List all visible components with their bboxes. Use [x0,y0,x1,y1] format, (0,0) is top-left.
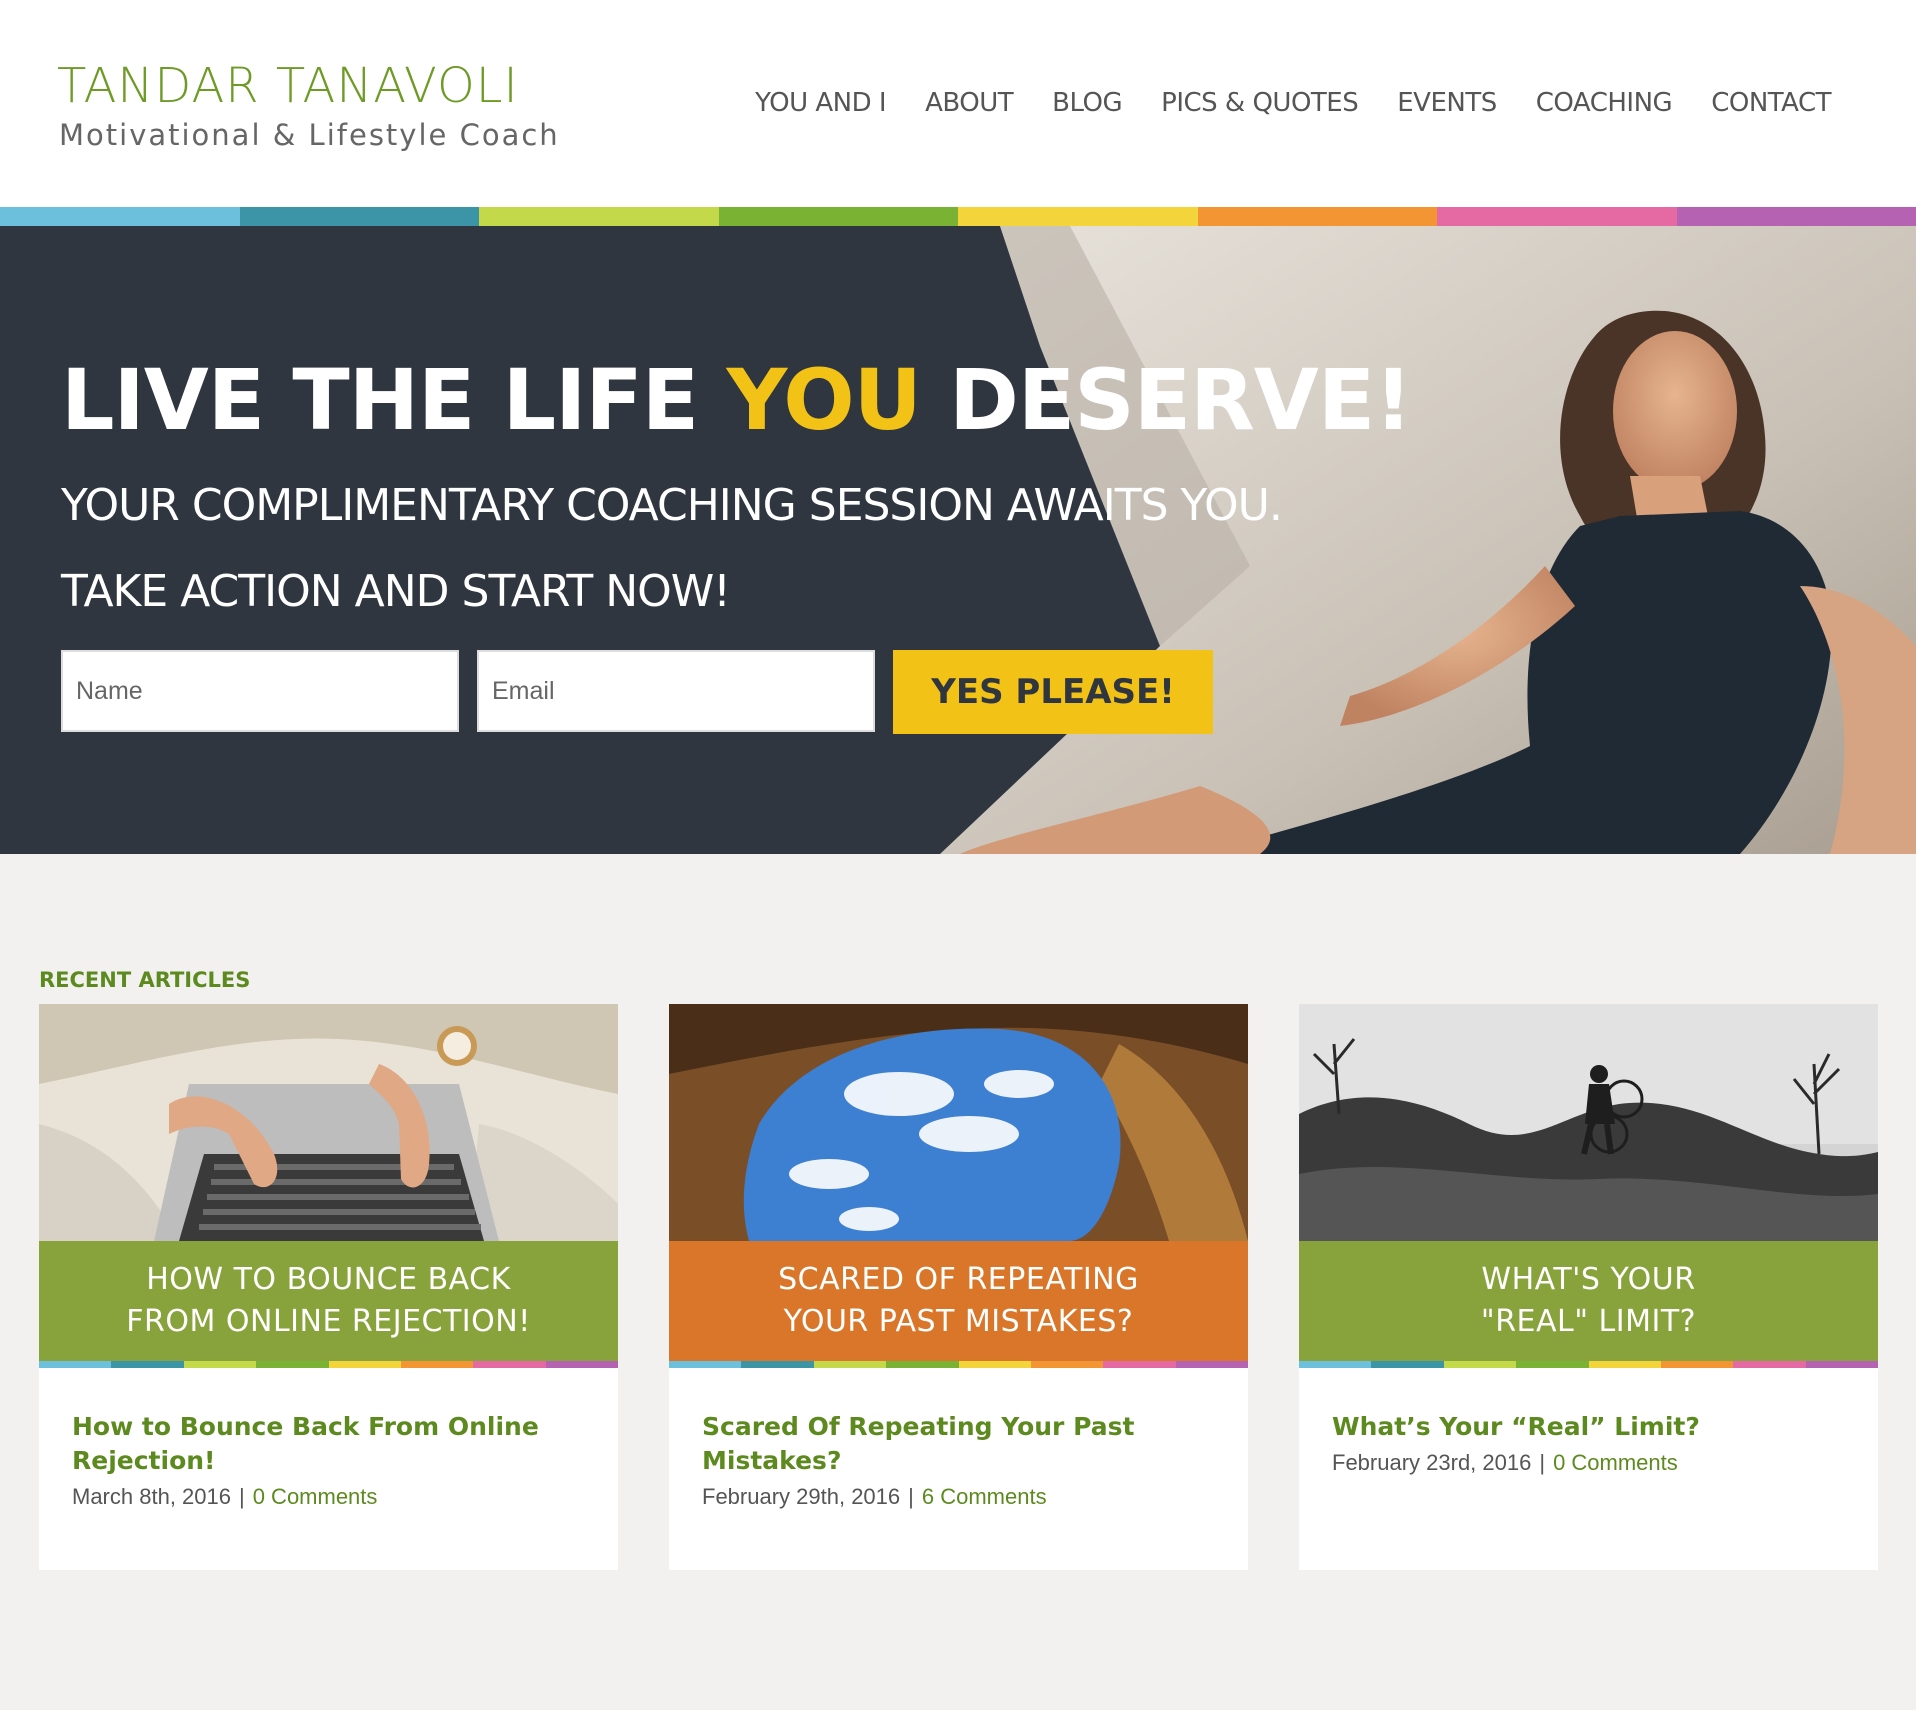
stripe-segment [400,1361,474,1368]
recent-articles-label: RECENT ARTICLES [39,968,251,992]
logo-title[interactable]: TANDAR TANAVOLI [57,58,519,114]
rainbow-bar [39,1361,618,1368]
stripe-segment [1660,1361,1734,1368]
headline-post: DESERVE! [920,351,1412,449]
article-title-link[interactable]: What’s Your “Real” Limit? [1332,1410,1852,1444]
stripe-segment [1805,1361,1878,1368]
article-meta: February 23rd, 2016 | 0 Comments [1332,1450,1678,1476]
stripe-segment [813,1361,887,1368]
nav-events[interactable]: EVENTS [1397,88,1497,118]
yes-please-button[interactable]: YES PLEASE! [893,650,1213,734]
stripe-segment [39,1361,112,1368]
stripe-segment [545,1361,618,1368]
logo-subtitle: Motivational & Lifestyle Coach [59,118,560,152]
meta-separator: | [1539,1450,1546,1475]
stripe-segment [1103,1361,1176,1368]
card-banner-text: HOW TO BOUNCE BACK FROM ONLINE REJECTION… [126,1262,531,1339]
article-title-link[interactable]: How to Bounce Back From Online Rejection… [72,1410,592,1478]
nav-pics-quotes[interactable]: PICS & QUOTES [1161,88,1359,118]
card-stripe [669,1361,1248,1368]
rainbow-bar [0,207,1916,226]
card-banner-text: SCARED OF REPEATING YOUR PAST MISTAKES? [778,1262,1139,1339]
article-card[interactable]: HOW TO BOUNCE BACK FROM ONLINE REJECTION… [39,1004,618,1570]
article-meta: March 8th, 2016 | 0 Comments [72,1484,377,1510]
card-banner-text: WHAT'S YOUR "REAL" LIMIT? [1480,1262,1697,1339]
stripe-segment [1030,1361,1104,1368]
card-banner: SCARED OF REPEATING YOUR PAST MISTAKES? [669,1241,1248,1361]
article-title-link[interactable]: Scared Of Repeating Your Past Mistakes? [702,1410,1222,1478]
hero-headline: LIVE THE LIFE YOU DESERVE! [61,351,1413,449]
signup-form: YES PLEASE! [61,650,1213,734]
nav-about[interactable]: ABOUT [925,88,1014,118]
laptop-typing-image[interactable] [39,1004,618,1241]
comments-link[interactable]: 0 Comments [253,1484,378,1509]
nav-blog[interactable]: BLOG [1052,88,1123,118]
article-date: February 29th, 2016 [702,1484,901,1509]
stripe-segment [1197,207,1437,226]
main-nav: YOU AND I ABOUT BLOG PICS & QUOTES EVENT… [755,88,1831,118]
headline-pre: LIVE THE LIFE [61,351,727,449]
article-date: February 23rd, 2016 [1332,1450,1532,1475]
stripe-segment [256,1361,329,1368]
card-banner: HOW TO BOUNCE BACK FROM ONLINE REJECTION… [39,1241,618,1361]
stripe-segment [111,1361,184,1368]
stripe-segment [1733,1361,1806,1368]
stripe-segment [1588,1361,1661,1368]
stripe-segment [1371,1361,1444,1368]
stripe-segment [1437,207,1677,226]
stripe-segment [328,1361,401,1368]
face-shape [1613,331,1737,491]
stripe-segment [1175,1361,1248,1368]
comments-link[interactable]: 6 Comments [922,1484,1047,1509]
stripe-segment [718,207,958,226]
stripe-segment [1516,1361,1589,1368]
stripe-segment [958,1361,1031,1368]
stripe-segment [669,1361,742,1368]
nav-coaching[interactable]: COACHING [1536,88,1673,118]
rainbow-bar [1299,1361,1878,1368]
stripe-segment [741,1361,814,1368]
article-card[interactable]: WHAT'S YOUR "REAL" LIMIT? What’s Your “R… [1299,1004,1878,1570]
hero-photo [940,226,1916,854]
stripe-segment [886,1361,959,1368]
email-input[interactable] [477,650,875,732]
card-banner: WHAT'S YOUR "REAL" LIMIT? [1299,1241,1878,1361]
rainbow-stripe [0,207,1916,226]
stripe-segment [958,207,1198,226]
rainbow-bar [669,1361,1248,1368]
card-stripe [39,1361,618,1368]
hero-subheadline: YOUR COMPLIMENTARY COACHING SESSION AWAI… [61,480,1283,531]
comments-link[interactable]: 0 Comments [1553,1450,1678,1475]
cave-sky-image[interactable] [669,1004,1248,1241]
cyclist-hill-image[interactable] [1299,1004,1878,1241]
nav-you-and-i[interactable]: YOU AND I [755,88,886,118]
stripe-segment [0,207,240,226]
stripe-segment [479,207,719,226]
stripe-segment [183,1361,257,1368]
site-header: TANDAR TANAVOLI Motivational & Lifestyle… [0,0,1916,207]
article-date: March 8th, 2016 [72,1484,231,1509]
headline-accent: YOU [726,351,921,449]
nav-contact[interactable]: CONTACT [1711,88,1831,118]
stripe-segment [1299,1361,1372,1368]
meta-separator: | [238,1484,245,1509]
hero-banner: LIVE THE LIFE YOU DESERVE! YOUR COMPLIME… [0,226,1916,854]
article-meta: February 29th, 2016 | 6 Comments [702,1484,1047,1510]
meta-separator: | [908,1484,914,1509]
article-card[interactable]: SCARED OF REPEATING YOUR PAST MISTAKES? … [669,1004,1248,1570]
hero-cta-text: TAKE ACTION AND START NOW! [61,566,731,617]
stripe-segment [473,1361,546,1368]
stripe-segment [1676,207,1916,226]
name-input[interactable] [61,650,459,732]
card-stripe [1299,1361,1878,1368]
stripe-segment [239,207,479,226]
stripe-segment [1443,1361,1517,1368]
